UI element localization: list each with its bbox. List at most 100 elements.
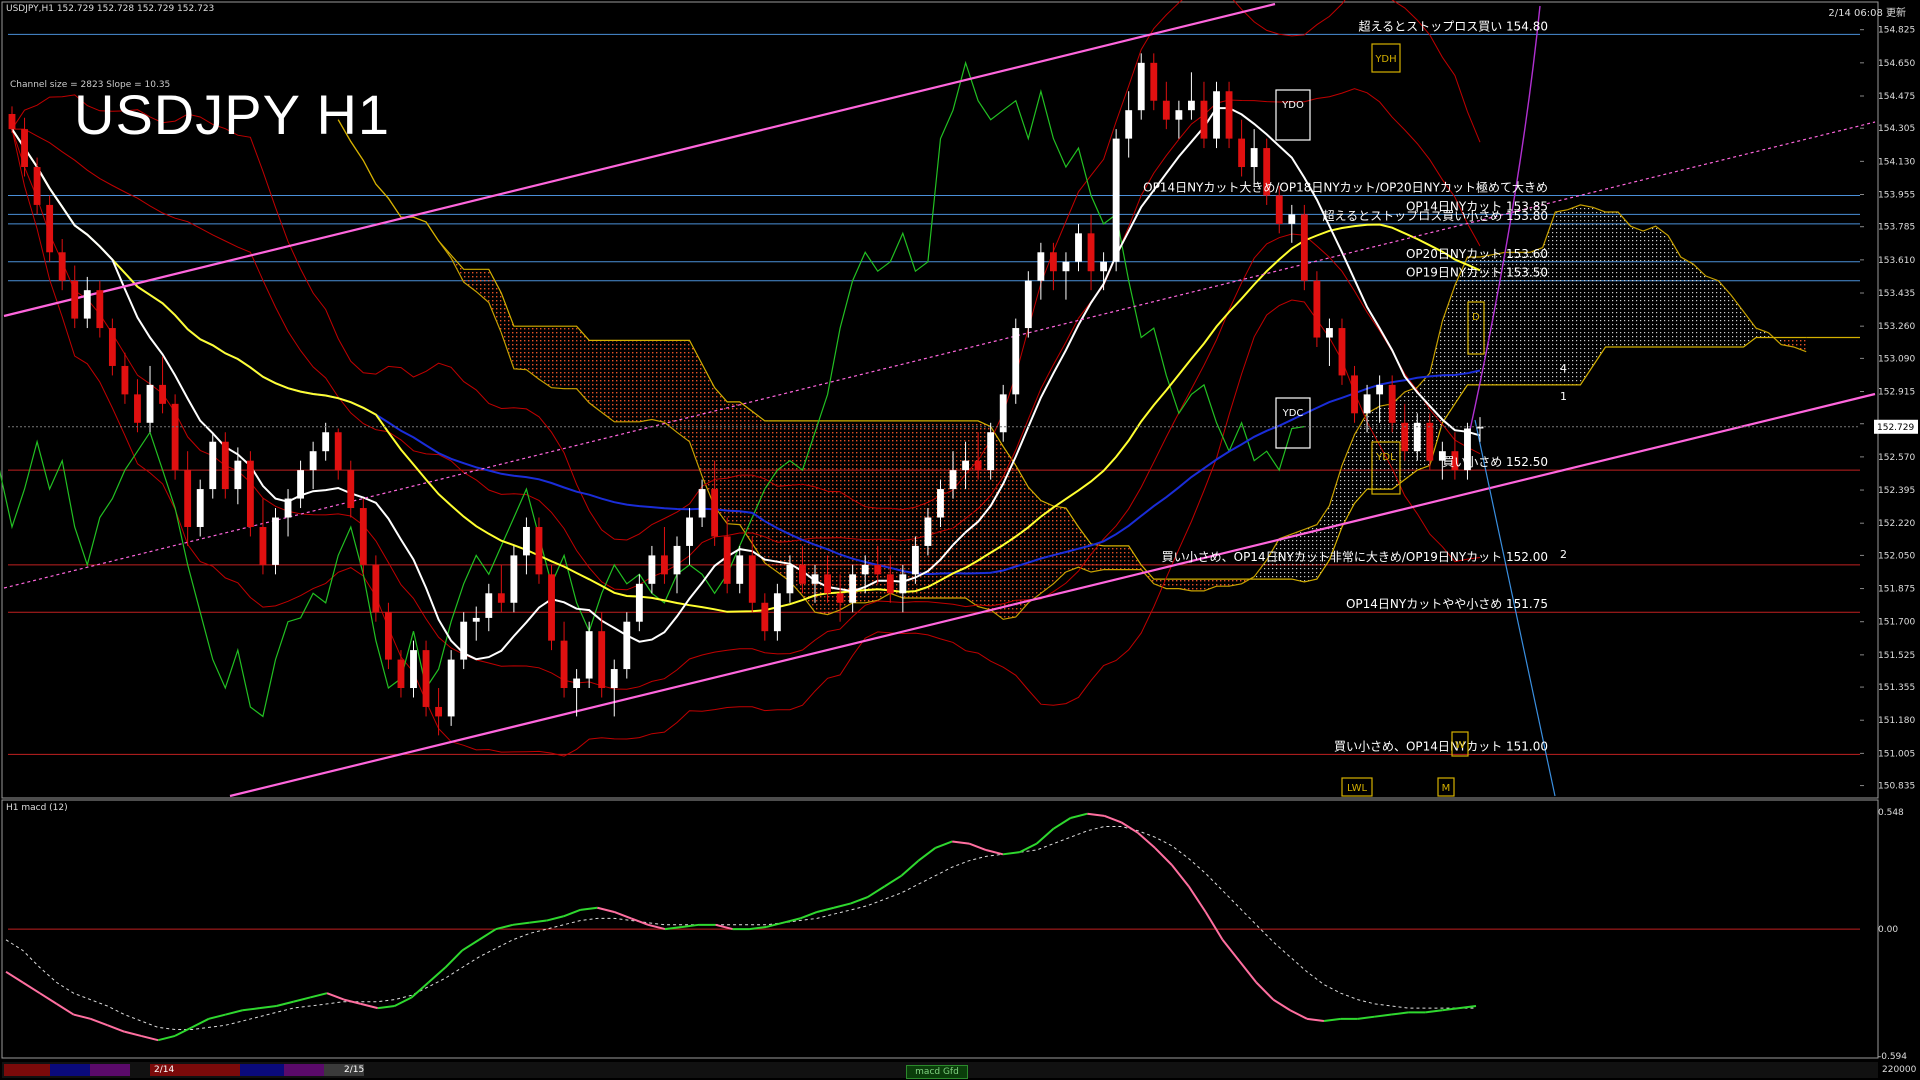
candle-body [610,669,618,689]
macd-segment [90,1017,108,1027]
candle-body [159,384,166,404]
candle-body [861,564,869,575]
macd-segment [1120,821,1139,834]
candle-body [974,460,982,471]
cloud-segment [651,340,665,423]
candle-body [334,432,342,471]
axis-tick-label: 151.700 [1878,618,1915,628]
candle-body [497,593,505,603]
cloud-segment [639,340,652,422]
candle-body [661,555,668,575]
cloud-segment [764,420,778,572]
candle-body [698,489,706,518]
reference-box [1275,397,1311,449]
candle-body [573,678,581,689]
macd-segment [1425,1009,1443,1014]
macd-segment [427,966,446,984]
candle-body [1049,252,1057,272]
cloud-segment [1693,264,1706,348]
cloud-segment [727,401,740,525]
macd-tag[interactable]: macd Gfd [906,1065,968,1079]
macd-segment [478,928,497,941]
period-bar-6 [284,1064,324,1076]
candle-body [146,384,154,423]
box-label: YDH [1374,54,1396,65]
candle-body [234,460,242,490]
candle-body [121,365,129,395]
candle-body [1426,422,1434,461]
candle-body [1300,214,1308,281]
candle-body [1150,62,1158,101]
candle-body [384,612,392,660]
candle-body [824,574,831,594]
chart-canvas: 超えるとストップロス買い 154.80 OP14日NYカット大きめ/OP18日NY… [0,0,1918,1078]
candle-body [1075,233,1082,262]
macd-segment [900,859,920,877]
candle-body [1313,280,1321,338]
candle-body [422,650,430,707]
macd-segment [377,1005,395,1010]
volume-label: 220000 [1882,1065,1917,1075]
candle-body [761,602,769,632]
candle-body [598,631,606,689]
macd-segment [107,1024,125,1033]
candle-body [309,451,317,471]
cloud-segment [1078,526,1092,572]
macd-segment [1323,1017,1341,1022]
cloud-segment [1015,465,1029,617]
cloud-segment [1605,212,1619,348]
channel-info: Channel size = 2823 Slope = 10.35 [10,80,171,90]
cloud-segment [1555,209,1568,385]
ma-yellow [11,128,1481,613]
candle-body [987,432,995,471]
candle-body [1137,62,1145,111]
axis-tick-label: 151.355 [1878,683,1915,693]
box-label: YDC [1282,408,1304,419]
candle-body [372,564,380,613]
macd-segment [140,1034,159,1042]
cloud-segment [463,269,477,292]
macd-segment [1053,817,1072,830]
macd-segment [1087,812,1105,817]
axis-tick-label: 154.650 [1878,59,1915,69]
macd-axis-label: -0.594 [1878,1052,1907,1062]
candle-body [711,489,719,537]
cloud-segment [777,420,790,582]
candle-body [1062,261,1070,272]
candle-body [472,617,480,622]
axis-tick-label: 152.050 [1878,551,1915,561]
macd-segment [867,885,886,898]
candle-body [962,460,969,471]
period-bar-5 [240,1064,284,1076]
candle-body [1225,91,1233,139]
candle-body [1275,195,1283,224]
cloud-segment [1116,545,1129,570]
cloud-segment [1191,579,1204,591]
candle-body [673,545,681,575]
candle-body [1175,110,1183,120]
candle-body [184,470,192,527]
candle-body [46,204,54,253]
candle-body [21,129,28,168]
candle-body [1087,233,1095,272]
candle-body [322,432,330,452]
candle-body [1024,280,1032,329]
box-label: YDO [1281,100,1304,111]
candle-body [1250,148,1258,168]
axis-tick-label: 150.835 [1878,782,1915,792]
candle-body [523,526,530,556]
level-label: OP20日NYカット 153.60 [1406,247,1548,261]
cloud-segment [501,293,514,369]
candle-body [585,631,593,679]
period-bar-1 [4,1064,50,1076]
cloud-segment [1592,207,1606,366]
cloud-segment [1316,505,1330,580]
candle-body [134,394,141,423]
candle-body [510,555,518,603]
macd-segment [276,1000,294,1007]
axis-tick-label: 151.875 [1878,585,1915,595]
candle-body [560,640,568,689]
cloud-segment [1216,579,1230,587]
macd-segment [259,1005,277,1010]
box-label: LWL [1347,783,1368,794]
